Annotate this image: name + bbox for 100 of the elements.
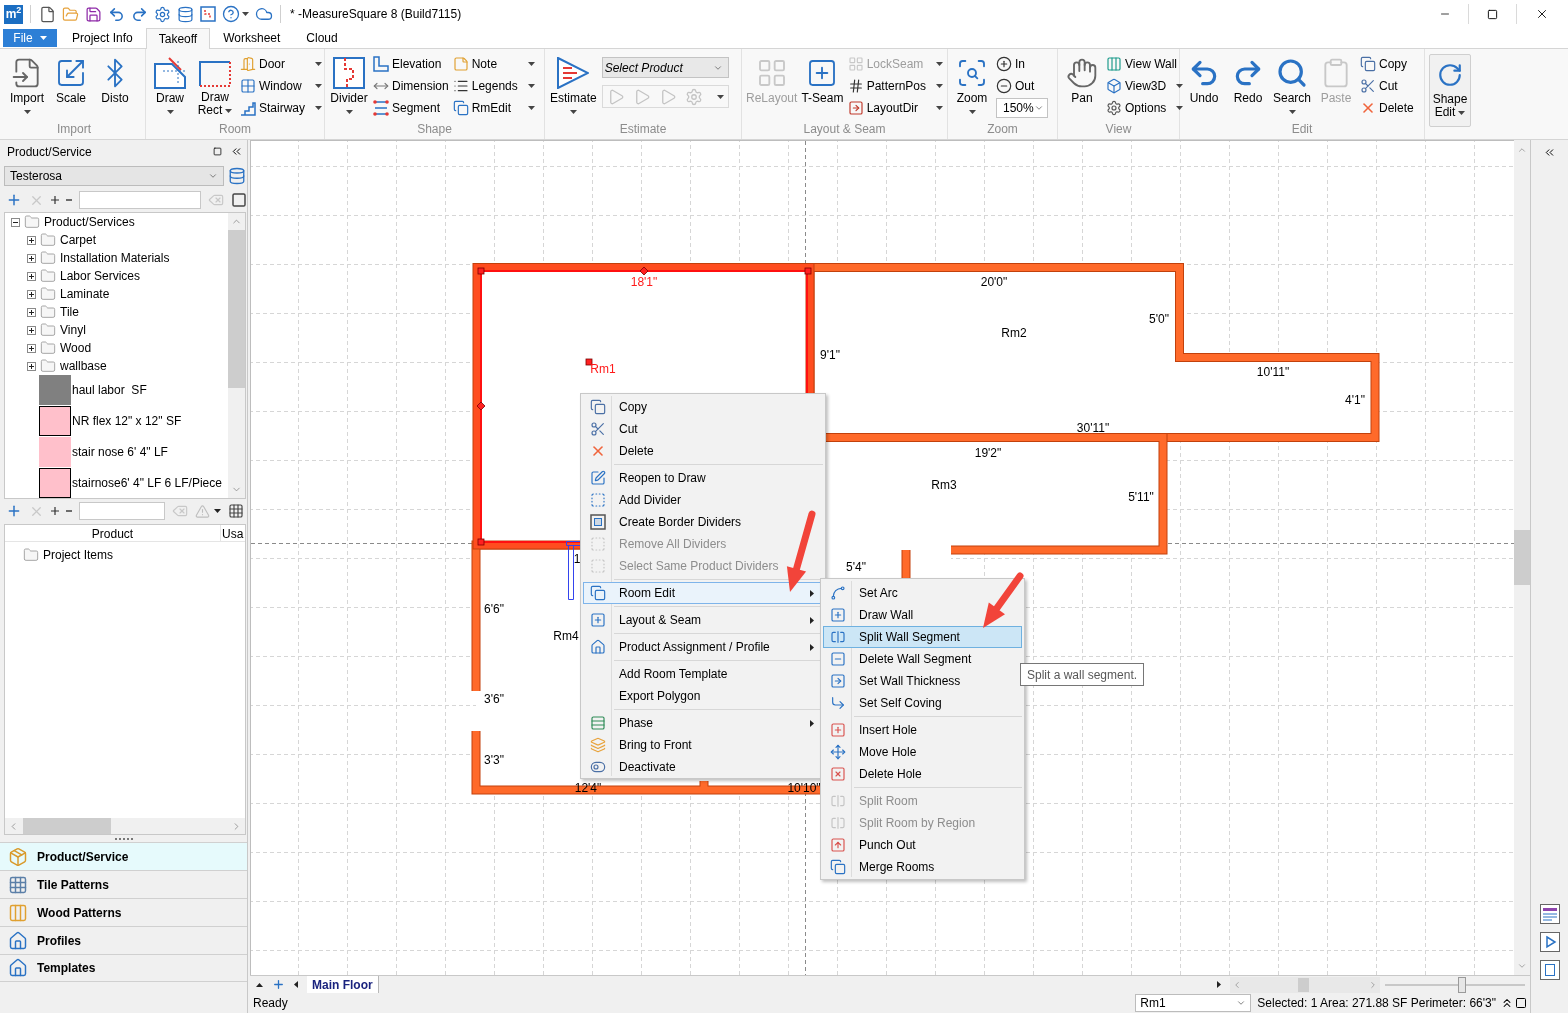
scroll-thumb[interactable] — [1514, 530, 1530, 585]
resize-handle[interactable] — [639, 266, 649, 276]
expand-panel-icon[interactable] — [1543, 146, 1556, 159]
slider-thumb[interactable] — [1457, 976, 1466, 993]
ribbon-button[interactable]: Out — [996, 75, 1048, 97]
expand-icon[interactable] — [27, 361, 36, 371]
undo-icon[interactable] — [108, 5, 125, 23]
app-logo[interactable]: m$^{2}$ — [4, 4, 23, 24]
document-icon[interactable] — [1539, 960, 1560, 980]
scroll-thumb[interactable] — [1298, 977, 1309, 992]
splitter-grip-icon[interactable] — [114, 837, 133, 840]
scroll-thumb[interactable] — [228, 230, 245, 388]
tree-item[interactable]: NR flex 12" x 12" SF — [5, 405, 228, 437]
resize-handle[interactable] — [585, 358, 593, 366]
database-icon[interactable] — [228, 167, 246, 185]
panel-layout-icon[interactable] — [1539, 904, 1560, 924]
menu-item[interactable]: Set Arc — [823, 582, 1022, 604]
menu-item[interactable]: Move Hole — [823, 741, 1022, 763]
redo-icon[interactable] — [131, 5, 148, 23]
resize-handle[interactable] — [477, 538, 485, 546]
help-icon[interactable] — [222, 5, 240, 23]
ribbon-button[interactable]: Copy — [1360, 53, 1414, 75]
menu-item[interactable]: Export Polygon — [583, 685, 823, 707]
shape-edit-button[interactable]: Shape Edit — [1429, 54, 1471, 127]
ribbon-button[interactable]: Disto — [95, 49, 135, 105]
settings-icon[interactable] — [154, 5, 171, 23]
tree-item[interactable]: Installation Materials — [5, 249, 228, 267]
resize-handle[interactable] — [476, 401, 486, 411]
menu-item[interactable]: Split Wall Segment — [823, 626, 1022, 648]
expand-icon[interactable] — [27, 289, 36, 299]
tree-item[interactable]: Laminate — [5, 285, 228, 303]
tree-item[interactable]: haul labor SF — [5, 375, 228, 406]
vertical-scrollbar[interactable] — [228, 213, 245, 498]
ribbon-button[interactable]: Segment — [373, 97, 449, 119]
ribbon-button[interactable]: View3D — [1106, 75, 1184, 97]
tree-item[interactable]: Labor Services — [5, 267, 228, 285]
expand-icon[interactable] — [27, 235, 36, 245]
ribbon-button[interactable]: RmEdit — [452, 97, 535, 119]
save-icon[interactable] — [85, 5, 102, 23]
double-chevron-up-icon[interactable] — [1500, 996, 1514, 1010]
catalog-select[interactable]: Testerosa — [4, 166, 224, 186]
tree-item[interactable]: Carpet — [5, 231, 228, 249]
menu-item[interactable]: Delete Hole — [823, 763, 1022, 785]
ribbon-tab[interactable]: Cloud — [293, 28, 351, 48]
new-file-icon[interactable] — [39, 5, 56, 23]
ribbon-button[interactable]: Draw — [150, 49, 190, 114]
add-floor-icon[interactable] — [272, 978, 285, 991]
ribbon-button[interactable]: Redo — [1228, 49, 1268, 105]
collapse-icon[interactable] — [11, 217, 20, 227]
tree-item[interactable]: stairnose6' 4" LF 6 LF/Piece — [5, 467, 228, 498]
horizontal-scrollbar[interactable] — [1230, 976, 1380, 993]
maximize-icon[interactable] — [1487, 8, 1498, 20]
ribbon-button[interactable]: Estimate — [549, 49, 598, 114]
expand-icon[interactable] — [27, 271, 36, 281]
ribbon-tab[interactable]: Project Info — [59, 28, 146, 48]
resize-handle[interactable] — [477, 267, 485, 275]
ribbon-button[interactable]: Legends — [452, 75, 535, 97]
column-header[interactable]: Product — [5, 525, 221, 541]
menu-item[interactable]: Delete Wall Segment — [823, 648, 1022, 670]
ribbon-button[interactable]: Zoom — [952, 49, 992, 114]
floor-tab[interactable]: Main Floor — [307, 975, 379, 994]
menu-item[interactable]: Merge Rooms — [823, 856, 1022, 878]
add-icon[interactable] — [6, 192, 22, 208]
ribbon-button[interactable]: PatternPos — [847, 75, 943, 97]
small-plus-icon[interactable] — [51, 507, 59, 515]
database-icon[interactable] — [177, 5, 194, 23]
menu-item[interactable]: Product Assignment / Profile — [583, 636, 823, 658]
floor-plan-icon[interactable] — [200, 6, 216, 22]
ribbon-button[interactable]: Pan — [1062, 49, 1102, 105]
menu-item[interactable]: Add Divider — [583, 489, 823, 511]
play-square-icon[interactable] — [1539, 932, 1560, 952]
ribbon-button[interactable]: T-Seam — [801, 49, 844, 105]
ribbon-button[interactable]: Cut — [1360, 75, 1414, 97]
file-menu-button[interactable]: File — [3, 29, 57, 47]
product-select[interactable]: Select Product — [601, 57, 729, 78]
ribbon-button[interactable]: In — [996, 53, 1048, 75]
expand-icon[interactable] — [27, 325, 36, 335]
ribbon-button[interactable]: Door — [240, 53, 322, 75]
ribbon-tab[interactable]: Takeoff — [145, 28, 211, 49]
add-icon[interactable] — [6, 503, 22, 519]
tree-item[interactable]: stair nose 6' 4" LF — [5, 436, 228, 468]
ribbon-button[interactable]: Note — [452, 53, 535, 75]
nav-button[interactable]: Templates — [0, 954, 247, 982]
ribbon-button[interactable]: Dimension — [373, 75, 449, 97]
tree-item[interactable]: wallbase — [5, 357, 228, 375]
ribbon-button[interactable]: Search — [1272, 49, 1313, 114]
tree-item[interactable]: Tile — [5, 303, 228, 321]
right-triangle-icon[interactable] — [1217, 981, 1221, 988]
ribbon-button[interactable]: LayoutDir — [847, 97, 943, 119]
menu-item[interactable]: Bring to Front — [583, 734, 823, 756]
expand-icon[interactable] — [27, 307, 36, 317]
left-triangle-icon[interactable] — [294, 981, 298, 988]
ribbon-button[interactable]: Divider — [329, 49, 369, 114]
menu-item[interactable]: Create Border Dividers — [583, 511, 823, 533]
ribbon-button[interactable]: Import — [7, 49, 47, 114]
cloud-icon[interactable] — [255, 5, 273, 23]
ribbon-button[interactable]: Undo — [1184, 49, 1224, 105]
menu-item[interactable]: Copy — [583, 396, 823, 418]
menu-item[interactable]: Layout & Seam — [583, 609, 823, 631]
tree-item[interactable]: Product/Services — [5, 213, 228, 231]
